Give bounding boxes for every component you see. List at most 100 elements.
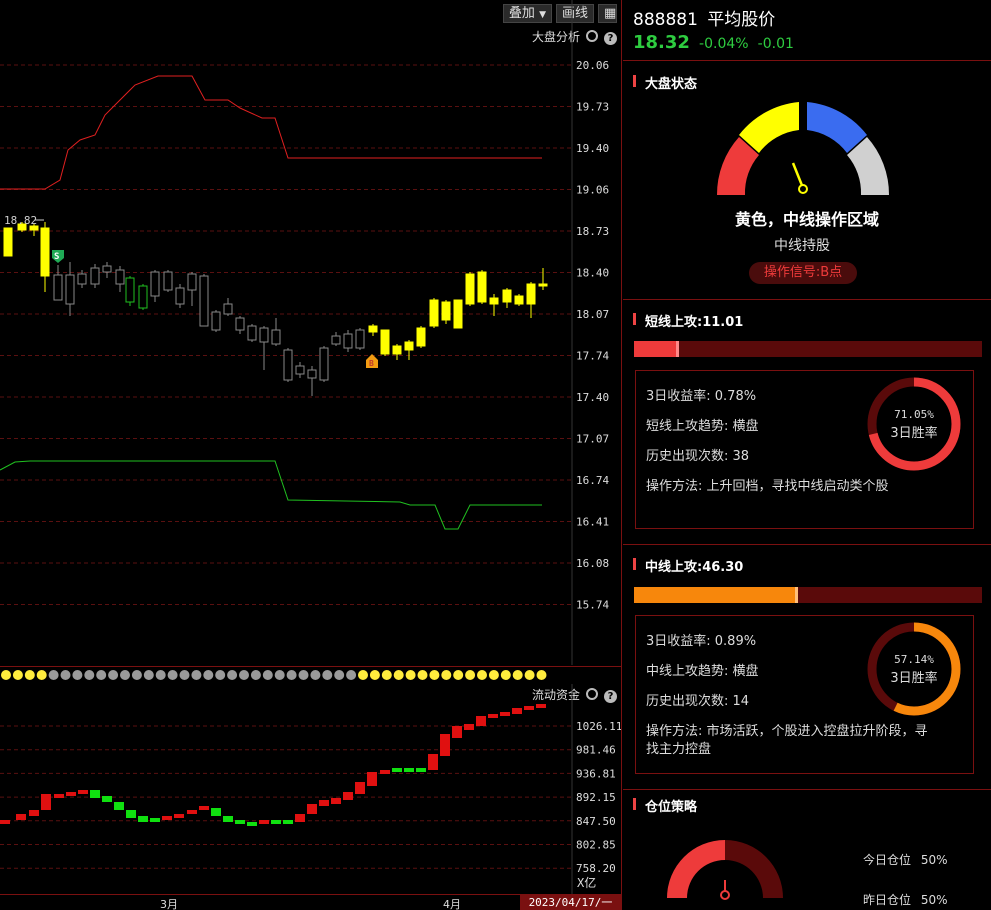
flow-bar [211,808,221,816]
mid-trend: 中线上攻趋势: 横盘 [646,664,759,679]
flow-bar [174,814,184,818]
yesterday-position: 昨日仓位 50% [863,891,948,908]
short-attack-bar [634,341,982,357]
market-gauge [716,102,890,195]
candle-body [187,273,197,291]
sell-signal-marker: S [52,250,64,263]
flow-bar [440,734,450,756]
main-price-chart[interactable]: 20.06 19.73 19.40 19.06 18.73 18.40 18.07 17.74… [0,0,621,665]
price-tick-label: 16.08 [576,557,609,570]
flow-bar [319,800,329,806]
divider [623,299,991,300]
price-tick-label: 18.40 [576,267,609,280]
price-grid [0,64,572,605]
sell-signal-text: S [54,252,59,262]
signal-dot [453,670,464,680]
signal-dot [60,670,71,680]
flow-bar [54,794,64,798]
yesterday-position-label: 昨日仓位 [863,893,912,907]
time-axis: 3月 4月 2023/04/17/一 [0,894,621,910]
signal-dot [310,670,321,680]
flow-bar [259,820,269,824]
candle-body [283,349,293,381]
today-position-label: 今日仓位 [863,853,912,867]
buy-signal-text: B [369,359,374,368]
candle-body [77,273,87,285]
price-axis: 20.06 19.73 19.40 19.06 18.73 18.40 18.07 17.74… [576,59,609,612]
price-tick-label: 19.73 [576,101,609,114]
signal-dot [500,670,511,680]
candle-body [343,333,353,349]
price-tick-label: 17.07 [576,433,609,446]
yesterday-position-value: 50% [920,893,948,907]
candle-body [380,329,390,355]
signal-dot [405,670,416,680]
flow-bar [428,754,438,770]
flow-bar [343,792,353,800]
flow-bar [66,792,76,796]
signal-dot [227,670,238,680]
signal-dot [381,670,392,680]
flow-bar [524,706,534,710]
flow-tick-label: 1026.11 [576,720,621,733]
chart-area[interactable]: 叠加 ▼ 画线 ▦ 大盘分析? 20.06 19.73 19.40 19.06 18.7… [0,0,622,910]
candle-body [53,274,63,301]
flow-bar [16,814,26,820]
price-tick-label: 20.06 [576,59,609,72]
mid-win-label: 3日胜率 [890,670,937,686]
candle-body [90,267,100,285]
flow-bars [0,704,546,826]
flow-grid [0,725,572,869]
mid-occurrences: 历史出现次数: 14 [646,694,750,709]
short-attack-header: 短线上攻:11.01 [633,311,743,330]
flow-bar [126,810,136,818]
short-occurrences: 历史出现次数: 38 [646,449,750,464]
price-tick-label: 15.74 [576,599,609,612]
candle-body [235,317,245,331]
mid-attack-box: 3日收益率: 0.89% 中线上攻趋势: 横盘 历史出现次数: 14 操作方法:… [635,615,974,774]
candle-body [3,227,13,257]
candle-body [526,283,536,305]
signal-dot [215,670,226,680]
flow-bar [162,816,172,820]
signal-dot [441,670,452,680]
candle-body [175,287,185,305]
stock-change-pct: -0.04% [699,36,749,52]
mid-method-2: 找主力控盘 [646,742,712,757]
mid-method-1: 操作方法: 市场活跃，个股进入控盘拉升阶段，寻 [646,724,928,739]
stock-change: -0.01 [757,36,794,52]
current-date-badge: 2023/04/17/一 [520,895,621,910]
flow-tick-label: 892.15 [576,791,616,804]
signal-dot [203,670,214,680]
short-return: 3日收益率: 0.78% [646,389,757,404]
short-win-rate: 71.05% [894,408,934,421]
signal-dot [417,670,428,680]
flow-tick-label: 981.46 [576,744,616,757]
today-position: 今日仓位 50% [863,851,948,868]
position-gauge [667,840,783,900]
price-tick-label: 19.06 [576,184,609,197]
flow-bar [476,716,486,726]
candle-body [271,329,281,345]
price-tick-label: 16.74 [576,474,609,487]
signal-dot [262,670,273,680]
short-attack-bar-fill [634,341,680,357]
flow-bar [78,790,88,794]
lower-band-line [0,460,542,530]
high-price-label: 18.82 [4,214,37,227]
price-tick-label: 17.40 [576,391,609,404]
signal-dot [358,670,368,680]
flow-bar [0,820,10,824]
signal-badge: 操作信号:B点 [749,262,857,284]
flow-bar [488,714,498,718]
flow-axis: 1026.11 981.46 936.81 892.15 847.50 802.85 758… [576,720,621,875]
signal-dot [524,670,535,680]
signal-dot [429,670,440,680]
signal-dot [536,670,547,680]
candle-body [295,365,305,375]
stock-quote: 18.32 -0.04% -0.01 [633,32,794,53]
flow-bar [150,818,160,822]
candle-body [40,227,50,277]
mid-attack-bar-fill [634,587,798,603]
money-flow-chart[interactable]: 1026.11 981.46 936.81 892.15 847.50 802.85 758… [0,684,621,894]
